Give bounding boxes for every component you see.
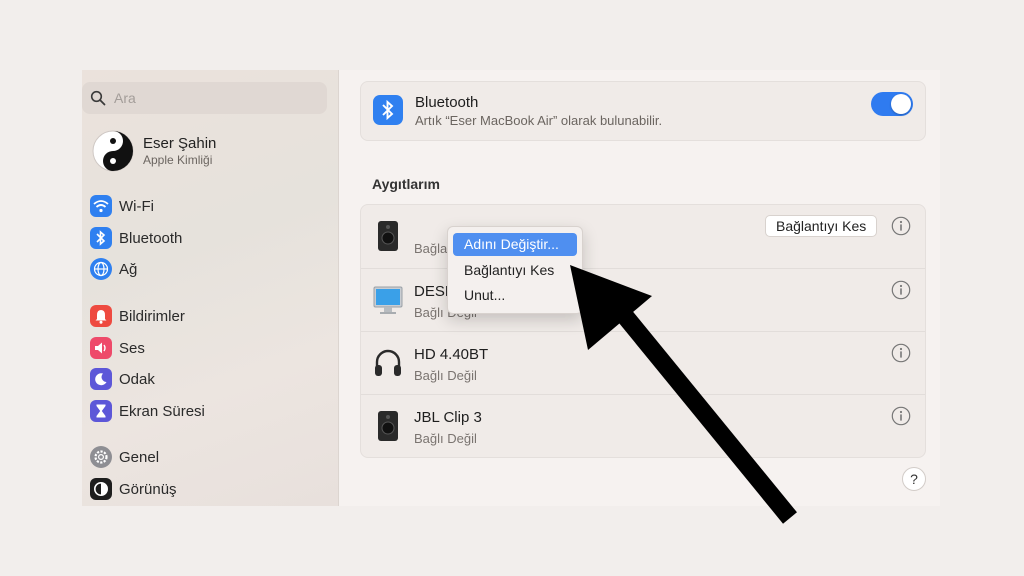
device-context-menu: Adını Değiştir... Bağlantıyı Kes Unut... <box>447 226 583 314</box>
appearance-icon <box>90 478 112 500</box>
sidebar-item-screen-time[interactable]: Ekran Süresi <box>90 398 205 424</box>
sidebar: Eser Şahin Apple Kimliği Wi-Fi Bluetooth… <box>82 70 339 506</box>
monitor-icon <box>373 286 403 314</box>
menu-item-disconnect[interactable]: Bağlantıyı Kes <box>453 259 577 282</box>
sidebar-item-label: Bildirimler <box>119 307 185 325</box>
info-icon[interactable] <box>891 406 911 426</box>
menu-item-rename[interactable]: Adını Değiştir... <box>453 233 577 256</box>
sidebar-item-label: Görünüş <box>119 480 177 498</box>
menu-item-forget[interactable]: Unut... <box>453 284 577 307</box>
sidebar-item-label: Genel <box>119 448 160 466</box>
toggle-knob <box>891 94 911 114</box>
globe-icon <box>90 258 112 280</box>
info-icon[interactable] <box>891 216 911 236</box>
wifi-icon <box>90 195 112 217</box>
sidebar-item-label: Wi-Fi <box>119 197 154 215</box>
sidebar-item-sound[interactable]: Ses <box>90 335 145 361</box>
sidebar-item-label: Ekran Süresi <box>119 402 205 420</box>
hourglass-icon <box>90 400 112 422</box>
profile-name: Eser Şahin <box>143 135 217 152</box>
search-field[interactable] <box>82 82 327 114</box>
devices-list: Bağla Bağlantıyı Kes DESK Bağlı Değil HD… <box>360 204 926 458</box>
sidebar-item-bluetooth[interactable]: Bluetooth <box>90 225 182 251</box>
bluetooth-icon <box>373 95 403 125</box>
device-row[interactable]: JBL Clip 3 Bağlı Değil <box>361 394 925 457</box>
sidebar-item-notifications[interactable]: Bildirimler <box>90 303 185 329</box>
speaker-icon <box>90 337 112 359</box>
sidebar-item-general[interactable]: Genel <box>90 444 159 470</box>
sidebar-item-label: Ses <box>119 339 145 357</box>
sidebar-item-label: Bluetooth <box>119 229 183 247</box>
bluetooth-toggle[interactable] <box>871 92 913 116</box>
info-icon[interactable] <box>891 343 911 363</box>
device-row[interactable]: HD 4.40BT Bağlı Değil <box>361 331 925 395</box>
device-row[interactable]: Bağla Bağlantıyı Kes <box>361 205 925 268</box>
apple-id-profile[interactable]: Eser Şahin Apple Kimliği <box>92 130 216 172</box>
gear-icon <box>90 446 112 468</box>
device-row[interactable]: DESK Bağlı Değil <box>361 268 925 332</box>
bell-icon <box>90 305 112 327</box>
sidebar-item-label: Odak <box>119 370 155 388</box>
headphones-icon <box>375 349 401 376</box>
device-status: Bağlı Değil <box>414 368 477 383</box>
sidebar-item-network[interactable]: Ağ <box>90 256 137 282</box>
sidebar-item-wifi[interactable]: Wi-Fi <box>90 193 154 219</box>
disconnect-button[interactable]: Bağlantıyı Kes <box>765 215 878 237</box>
device-name: JBL Clip 3 <box>414 409 482 426</box>
devices-section-title: Aygıtlarım <box>372 176 440 192</box>
moon-icon <box>90 368 112 390</box>
search-icon <box>90 90 106 106</box>
speaker-device-icon <box>378 221 398 251</box>
device-status: Bağlı Değil <box>414 431 477 446</box>
speaker-device-icon <box>378 411 398 441</box>
sidebar-item-appearance[interactable]: Görünüş <box>90 476 177 502</box>
avatar <box>92 130 134 172</box>
bluetooth-subtitle: Artık “Eser MacBook Air” olarak bulunabi… <box>415 113 663 128</box>
bluetooth-icon <box>90 227 112 249</box>
search-input[interactable] <box>112 89 306 107</box>
device-name: HD 4.40BT <box>414 346 489 363</box>
sidebar-item-focus[interactable]: Odak <box>90 366 155 392</box>
bluetooth-title: Bluetooth <box>415 94 479 111</box>
info-icon[interactable] <box>891 280 911 300</box>
profile-subtitle: Apple Kimliği <box>143 153 213 167</box>
bluetooth-card: Bluetooth Artık “Eser MacBook Air” olara… <box>360 81 926 141</box>
device-status: Bağla <box>414 241 448 256</box>
sidebar-item-label: Ağ <box>119 260 138 278</box>
help-button[interactable]: ? <box>902 467 926 491</box>
